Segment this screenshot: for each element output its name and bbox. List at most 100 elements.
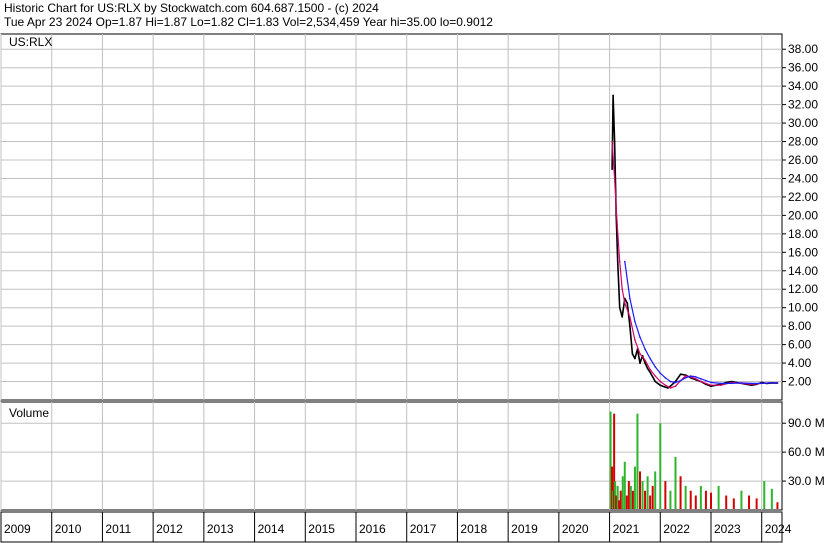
moving-average-short-point — [674, 385, 677, 387]
price-tick-label: 6.00 — [788, 338, 812, 352]
price-point — [639, 362, 641, 364]
moving-average-short-point — [613, 177, 616, 180]
chart-canvas: 2009 2010 2011 2012 2013 2014 2015 2016 2017 2018… — [0, 33, 825, 543]
price-point — [612, 94, 614, 97]
moving-average-short-point — [710, 384, 712, 387]
price-point — [659, 384, 662, 387]
price-tick-label: 10.00 — [788, 301, 818, 315]
price-tick-label: 14.00 — [788, 264, 818, 278]
price-tick-label: 20.00 — [788, 208, 818, 222]
price-panel-label: US:RLX — [9, 35, 53, 49]
price-point — [618, 306, 621, 309]
x-tick-label: 2019 — [511, 522, 538, 536]
x-tick-label: 2018 — [460, 522, 487, 536]
moving-average-short-point — [618, 260, 621, 263]
price-point — [629, 325, 631, 327]
price-tick-label: 30.00 — [788, 116, 818, 130]
price-point — [669, 385, 672, 387]
x-tick-label: 2010 — [55, 522, 82, 536]
volume-tick-label: 30.0 M — [788, 474, 825, 488]
moving-average-short-point — [616, 223, 618, 226]
moving-average-short-point — [720, 384, 722, 387]
price-tick-label: 34.00 — [788, 79, 818, 93]
price-point — [664, 386, 667, 388]
price-point — [631, 353, 634, 355]
moving-average-long-point — [750, 382, 753, 385]
moving-average-long-point — [639, 336, 641, 339]
x-tick-label: 2020 — [562, 522, 589, 536]
price-point — [654, 380, 657, 383]
moving-average-long-point — [700, 377, 702, 380]
price-tick-label: 12.00 — [788, 282, 818, 296]
moving-average-long-point — [740, 382, 743, 384]
price-tick-label: 2.00 — [788, 375, 812, 389]
price-point — [679, 373, 682, 375]
x-tick-label: 2013 — [207, 522, 234, 536]
price-point — [621, 316, 624, 318]
moving-average-long-point — [705, 379, 707, 382]
moving-average-long-point — [694, 376, 697, 378]
moving-average-long-point — [623, 260, 626, 263]
volume-panel-label: Volume — [9, 406, 50, 420]
moving-average-long-point — [730, 382, 733, 385]
x-tick-label: 2023 — [714, 522, 741, 536]
price-point — [616, 260, 619, 263]
moving-average-long-point — [720, 382, 722, 385]
price-point — [662, 385, 664, 387]
x-tick-label: 2009 — [4, 522, 31, 536]
x-tick-label: 2022 — [663, 522, 690, 536]
moving-average-short-point — [705, 382, 707, 385]
moving-average-long-point — [689, 375, 692, 377]
moving-average-short-point — [700, 380, 702, 383]
moving-average-short-point — [639, 353, 641, 355]
price-point — [634, 357, 636, 360]
price-tick-label: 38.00 — [788, 42, 818, 56]
moving-average-short-point — [629, 316, 631, 318]
moving-average-long-point — [679, 379, 682, 382]
moving-average-short-point — [669, 387, 672, 389]
price-point — [649, 371, 651, 374]
volume-tick-label: 60.0 M — [788, 445, 825, 459]
price-tick-label: 32.00 — [788, 98, 818, 112]
x-tick-label: 2024 — [765, 522, 792, 536]
x-tick-label: 2017 — [410, 522, 437, 536]
moving-average-long-point — [674, 381, 677, 384]
moving-average-short-point — [659, 380, 662, 383]
moving-average-short-point — [664, 384, 667, 387]
moving-average-long-point — [760, 382, 763, 385]
x-tick-label: 2012 — [156, 522, 183, 536]
x-tick-label: 2011 — [105, 522, 131, 536]
moving-average-long-point — [776, 382, 779, 384]
price-tick-label: 4.00 — [788, 356, 812, 370]
moving-average-long-point — [649, 357, 651, 360]
price-tick-label: 24.00 — [788, 171, 818, 185]
price-point — [613, 140, 616, 143]
price-tick-label: 16.00 — [788, 245, 818, 259]
stock-chart: Historic Chart for US:RLX by Stockwatch.… — [0, 0, 830, 543]
moving-average-short-point — [634, 339, 636, 341]
x-tick-label: 2021 — [613, 522, 640, 536]
moving-average-short-point — [684, 375, 687, 377]
moving-average-short-point — [649, 368, 651, 371]
moving-average-long-point — [710, 381, 712, 384]
x-tick-label: 2016 — [359, 522, 386, 536]
price-tick-label: 26.00 — [788, 153, 818, 167]
moving-average-long-point — [654, 365, 657, 368]
price-tick-label: 28.00 — [788, 135, 818, 149]
moving-average-short-point — [611, 140, 613, 143]
x-tick-label: 2015 — [308, 522, 335, 536]
price-tick-label: 18.00 — [788, 227, 818, 241]
price-point — [611, 168, 613, 171]
moving-average-long-point — [629, 297, 631, 300]
price-tick-label: 36.00 — [788, 61, 818, 75]
moving-average-long-point — [634, 320, 636, 323]
price-point — [626, 302, 629, 304]
price-point — [656, 382, 659, 385]
price-tick-label: 22.00 — [788, 190, 818, 204]
moving-average-long-point — [684, 377, 687, 379]
moving-average-short-point — [621, 288, 624, 291]
moving-average-short-point — [694, 377, 697, 380]
moving-average-short-point — [623, 302, 626, 304]
price-tick-label: 8.00 — [788, 319, 812, 333]
moving-average-short-point — [644, 359, 646, 362]
